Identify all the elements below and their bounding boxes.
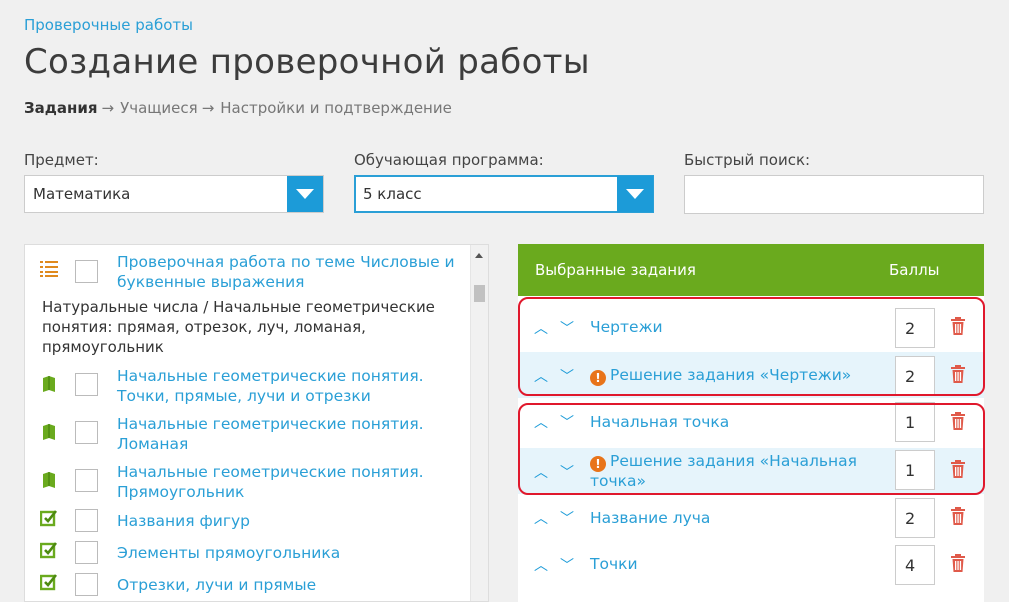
book-icon bbox=[43, 376, 55, 392]
trash-icon[interactable] bbox=[950, 507, 966, 525]
step-arrow: → bbox=[101, 99, 115, 117]
task-checkbox[interactable] bbox=[75, 373, 98, 396]
score-input[interactable]: 4 bbox=[895, 545, 935, 585]
chevron-up-icon[interactable]: ︿ bbox=[534, 555, 548, 575]
score-input[interactable]: 2 bbox=[895, 498, 935, 538]
score-column-title: Баллы bbox=[889, 261, 940, 279]
step-tasks: Задания bbox=[24, 99, 98, 117]
highlight-frame bbox=[518, 297, 985, 396]
scroll-thumb[interactable] bbox=[474, 285, 485, 302]
step-students: Учащиеся bbox=[120, 99, 198, 117]
step-settings: Настройки и подтверждение bbox=[220, 99, 452, 117]
list-item[interactable]: Проверочная работа по теме Числовые и бу… bbox=[25, 249, 465, 293]
task-checkbox[interactable] bbox=[75, 260, 98, 283]
task-checkbox[interactable] bbox=[75, 421, 98, 444]
group-heading: Натуральные числа / Начальные геометриче… bbox=[42, 298, 435, 356]
task-checkbox[interactable] bbox=[75, 509, 98, 532]
search-label: Быстрый поиск: bbox=[684, 151, 811, 169]
task-link[interactable]: Начальные геометрические понятия. Точки,… bbox=[117, 366, 447, 406]
scroll-up-arrow-icon[interactable] bbox=[475, 253, 483, 258]
edit-check-icon bbox=[40, 542, 58, 559]
task-list-panel: Проверочная работа по теме Числовые и бу… bbox=[24, 244, 489, 602]
breadcrumb[interactable]: Проверочные работы bbox=[24, 16, 193, 34]
subject-value: Математика bbox=[33, 185, 131, 203]
selected-row: ︿ ﹀ Точки 4 bbox=[518, 544, 984, 590]
task-checkbox[interactable] bbox=[75, 541, 98, 564]
list-icon bbox=[40, 261, 58, 277]
edit-check-icon bbox=[40, 574, 58, 591]
selected-tasks-title: Выбранные задания bbox=[535, 261, 696, 279]
list-item[interactable]: Элементы прямоугольника bbox=[25, 541, 465, 565]
wizard-steps: Задания → Учащиеся → Настройки и подтвержден… bbox=[24, 99, 452, 117]
subject-label: Предмет: bbox=[24, 151, 99, 169]
selected-task-link[interactable]: Точки bbox=[590, 555, 638, 574]
task-checkbox[interactable] bbox=[75, 573, 98, 596]
step-arrow: → bbox=[201, 99, 215, 117]
highlight-frame bbox=[518, 403, 985, 495]
list-item[interactable]: Отрезки, лучи и прямые bbox=[25, 573, 465, 597]
trash-icon[interactable] bbox=[950, 554, 966, 572]
selected-task-link[interactable]: Название луча bbox=[590, 509, 710, 528]
list-item[interactable]: Начальные геометрические понятия. Прямоу… bbox=[25, 459, 465, 503]
chevron-up-icon[interactable]: ︿ bbox=[534, 508, 548, 528]
task-link[interactable]: Проверочная работа по теме Числовые и бу… bbox=[117, 252, 457, 292]
task-checkbox[interactable] bbox=[75, 469, 98, 492]
task-link[interactable]: Начальные геометрические понятия. Прямоу… bbox=[117, 462, 447, 502]
task-link[interactable]: Элементы прямоугольника bbox=[117, 543, 447, 563]
search-input[interactable] bbox=[684, 175, 984, 214]
chevron-down-icon[interactable]: ﹀ bbox=[560, 508, 574, 528]
chevron-down-icon[interactable]: ﹀ bbox=[560, 555, 574, 575]
scrollbar[interactable] bbox=[470, 245, 488, 601]
book-icon bbox=[43, 424, 55, 440]
chevron-down-icon[interactable] bbox=[287, 176, 323, 212]
list-item[interactable]: Начальные геометрические понятия. Ломана… bbox=[25, 411, 465, 455]
selected-tasks-header: Выбранные задания Баллы bbox=[518, 244, 984, 296]
edit-check-icon bbox=[40, 510, 58, 527]
book-icon bbox=[43, 472, 55, 488]
task-link[interactable]: Названия фигур bbox=[117, 511, 447, 531]
list-item[interactable]: Начальные геометрические понятия. Точки,… bbox=[25, 363, 465, 407]
program-label: Обучающая программа: bbox=[354, 151, 544, 169]
page-title: Создание проверочной работы bbox=[24, 42, 590, 82]
program-value: 5 класс bbox=[363, 185, 422, 203]
chevron-down-icon[interactable] bbox=[617, 176, 653, 212]
subject-select[interactable]: Математика bbox=[24, 175, 324, 213]
list-item[interactable]: Названия фигур bbox=[25, 509, 465, 533]
program-select[interactable]: 5 класс bbox=[354, 175, 654, 213]
selected-row: ︿ ﹀ Название луча 2 bbox=[518, 496, 984, 542]
task-link[interactable]: Отрезки, лучи и прямые bbox=[117, 575, 447, 595]
task-link[interactable]: Начальные геометрические понятия. Ломана… bbox=[117, 414, 447, 454]
